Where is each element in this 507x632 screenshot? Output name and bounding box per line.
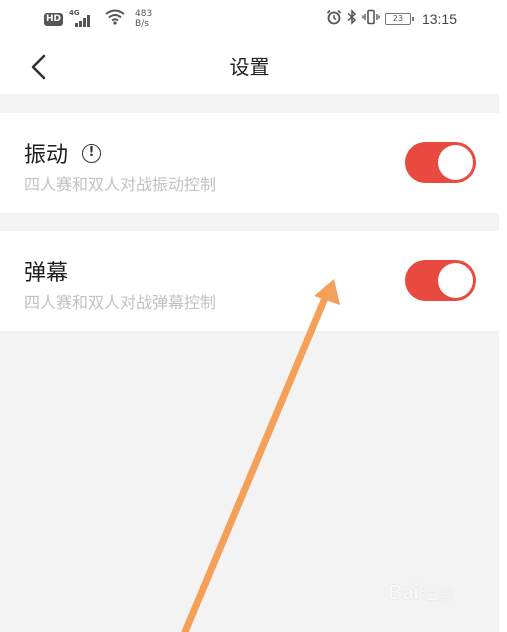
signal-icon: 4G (69, 9, 99, 29)
watermark-logo: Bai 经验 (388, 582, 454, 604)
danmaku-toggle[interactable] (405, 260, 476, 301)
toggle-knob (438, 145, 473, 180)
setting-label: 振动 (24, 143, 69, 168)
vibration-toggle[interactable] (405, 142, 476, 183)
toggle-knob (438, 263, 473, 298)
vibrate-icon (362, 9, 380, 29)
info-icon[interactable]: ! (82, 143, 102, 163)
bluetooth-icon (347, 9, 357, 29)
setting-description: 四人赛和双人对战弹幕控制 (24, 293, 217, 312)
page-title: 设置 (229, 55, 270, 79)
setting-row-danmaku: 弹幕 四人赛和双人对战弹幕控制 (0, 231, 499, 331)
setting-row-vibration: 振动 ! 四人赛和双人对战振动控制 (0, 113, 499, 213)
speed-unit: B/s (135, 19, 149, 29)
status-bar: HD 4G 483 B/s 23 13:15 (0, 0, 499, 40)
screen-edge (499, 0, 507, 632)
wifi-icon (105, 9, 125, 29)
status-left: HD 4G 483 B/s (44, 8, 152, 30)
speed-value: 483 (135, 9, 153, 19)
network-speed: 483 B/s (135, 9, 152, 29)
setting-label: 弹幕 (24, 261, 69, 286)
hd-badge: HD (44, 12, 64, 26)
battery-icon: 23 (384, 13, 414, 25)
alarm-icon (326, 9, 342, 29)
status-time: 13:15 (421, 11, 457, 27)
chevron-left-icon (31, 54, 46, 80)
back-button[interactable] (22, 50, 58, 84)
setting-description: 四人赛和双人对战振动控制 (24, 175, 217, 194)
app-header: 设置 (0, 40, 499, 94)
status-right: 23 13:15 (326, 8, 457, 30)
